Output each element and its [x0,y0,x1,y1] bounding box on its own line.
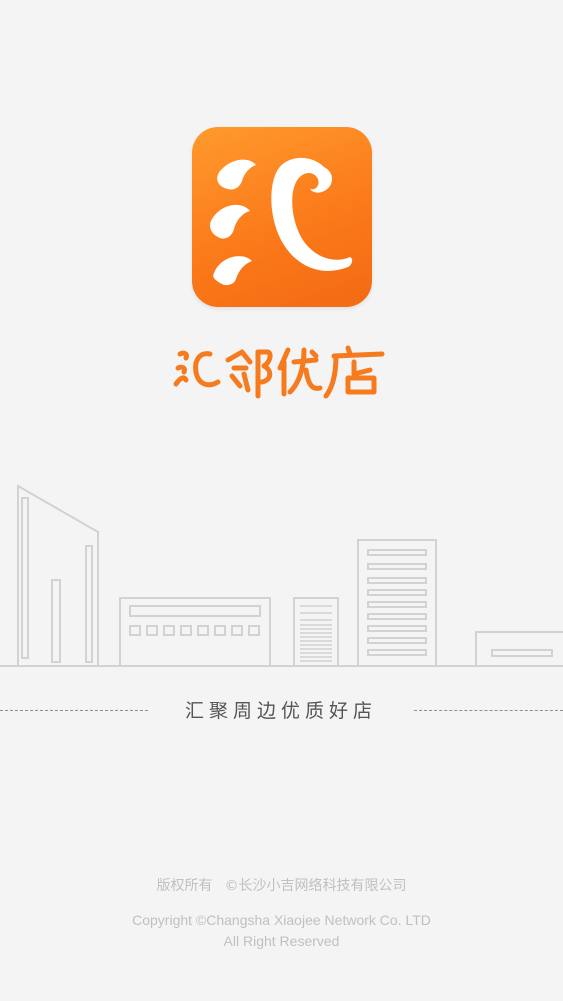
building-small-tower [293,597,339,667]
building-left-door [51,579,61,663]
building-low-windows [129,625,260,636]
slogan-dash-right [414,710,563,711]
building-small-tower-lines [300,605,332,662]
hui-character-icon [210,157,353,286]
app-logo-icon [192,127,372,307]
slogan-text: 汇聚周边优质好店 [184,700,377,722]
brand-wordmark [170,340,394,400]
city-skyline-illustration [0,480,563,670]
slogan-dash-left [0,710,148,711]
building-tall-tower-windows [367,549,427,656]
building-right-sign [491,649,553,657]
building-left-strip [85,545,93,663]
footer-company-cn: ©长沙小吉网络科技有限公司 [224,878,407,894]
footer-all-rights: All Right Reserved [223,933,340,949]
slogan-row: 汇聚周边优质好店 [0,696,563,726]
building-left-panel [21,497,29,659]
building-low [119,597,271,666]
footer-copyright-en: Copyright ©Changsha Xiaojee Network Co. … [132,912,431,928]
footer-rights-label: 版权所有 [156,878,213,894]
footer-copyright-cn: 版权所有 ©长沙小吉网络科技有限公司 [0,876,563,896]
building-low-sign [129,605,261,617]
